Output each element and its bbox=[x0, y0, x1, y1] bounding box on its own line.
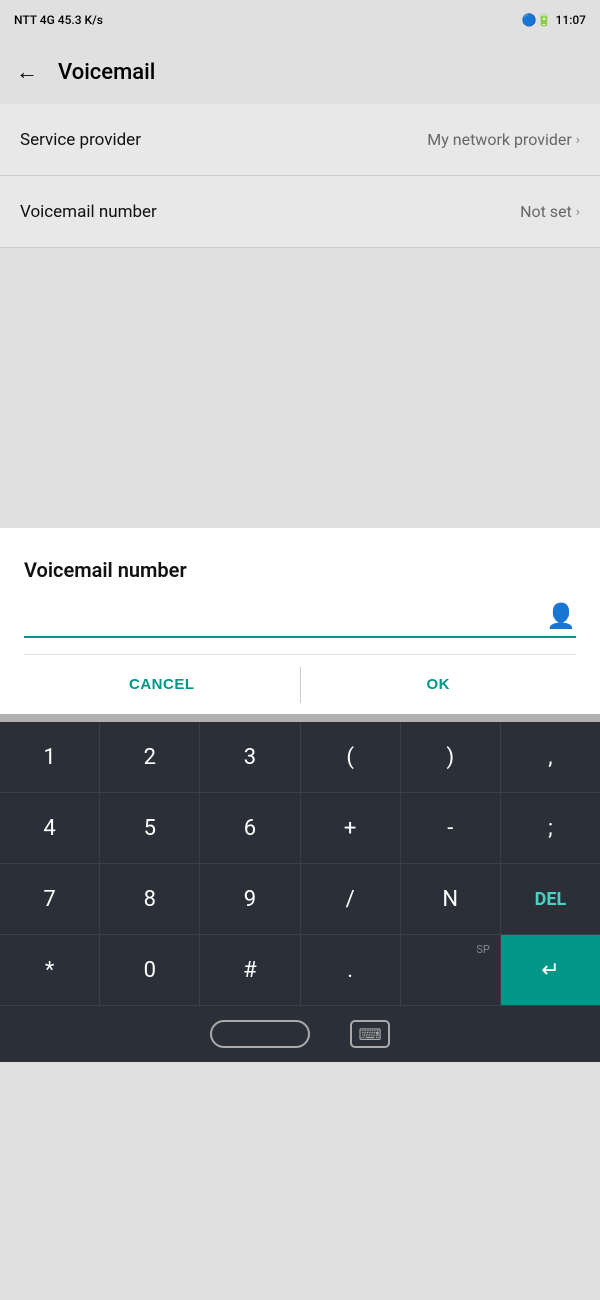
settings-item-voicemail-number[interactable]: Voicemail number Not set › bbox=[0, 176, 600, 248]
dialog-buttons: CANCEL OK bbox=[24, 654, 576, 714]
status-icons: 🔵🔋 bbox=[522, 13, 552, 27]
settings-item-service-provider[interactable]: Service provider My network provider › bbox=[0, 104, 600, 176]
key-4[interactable]: 4 bbox=[0, 793, 100, 863]
key-n[interactable]: N bbox=[401, 864, 501, 934]
key-2[interactable]: 2 bbox=[100, 722, 200, 792]
status-left: NTT 4G 45.3 K/s bbox=[14, 13, 103, 27]
service-provider-label: Service provider bbox=[20, 130, 141, 150]
voicemail-number-dialog: Voicemail number 👤 CANCEL OK bbox=[0, 528, 600, 714]
key-hash[interactable]: # bbox=[200, 935, 300, 1005]
app-header: ← Voicemail bbox=[0, 40, 600, 104]
keyboard: 1 2 3 ( ) , 4 5 6 + - ; 7 8 9 / N DEL * … bbox=[0, 722, 600, 1006]
keyboard-icon: ⌨ bbox=[358, 1025, 381, 1044]
key-enter[interactable]: ↵ bbox=[501, 935, 600, 1005]
dialog-title: Voicemail number bbox=[24, 558, 576, 582]
chevron-icon: › bbox=[576, 204, 580, 220]
back-button[interactable]: ← bbox=[16, 59, 38, 85]
contact-icon[interactable]: 👤 bbox=[546, 602, 576, 630]
cancel-button[interactable]: CANCEL bbox=[24, 655, 300, 714]
home-button[interactable] bbox=[210, 1020, 310, 1048]
key-7[interactable]: 7 bbox=[0, 864, 100, 934]
empty-area bbox=[0, 248, 600, 528]
key-star[interactable]: * bbox=[0, 935, 100, 1005]
key-slash[interactable]: / bbox=[301, 864, 401, 934]
key-open-paren[interactable]: ( bbox=[301, 722, 401, 792]
voicemail-number-value: Not set › bbox=[520, 202, 580, 221]
status-right: 🔵🔋 11:07 bbox=[522, 13, 586, 27]
keyboard-row-2: 4 5 6 + - ; bbox=[0, 793, 600, 864]
nav-bar: ⌨ bbox=[0, 1006, 600, 1062]
voicemail-number-input[interactable] bbox=[24, 606, 538, 627]
key-del[interactable]: DEL bbox=[501, 864, 600, 934]
key-0[interactable]: 0 bbox=[100, 935, 200, 1005]
time: 11:07 bbox=[556, 13, 586, 27]
settings-list: Service provider My network provider › V… bbox=[0, 104, 600, 248]
keyboard-row-3: 7 8 9 / N DEL bbox=[0, 864, 600, 935]
voicemail-number-label: Voicemail number bbox=[20, 202, 157, 222]
chevron-icon: › bbox=[576, 132, 580, 148]
keyboard-row-4: * 0 # . SP ↵ bbox=[0, 935, 600, 1006]
key-dot[interactable]: . bbox=[301, 935, 401, 1005]
key-semicolon[interactable]: ; bbox=[501, 793, 600, 863]
key-plus[interactable]: + bbox=[301, 793, 401, 863]
key-9[interactable]: 9 bbox=[200, 864, 300, 934]
key-8[interactable]: 8 bbox=[100, 864, 200, 934]
key-sp[interactable]: SP bbox=[401, 935, 501, 1005]
status-bar: NTT 4G 45.3 K/s 🔵🔋 11:07 bbox=[0, 0, 600, 40]
key-minus[interactable]: - bbox=[401, 793, 501, 863]
keyboard-row-1: 1 2 3 ( ) , bbox=[0, 722, 600, 793]
page-title: Voicemail bbox=[58, 60, 155, 85]
ok-button[interactable]: OK bbox=[301, 655, 577, 714]
key-6[interactable]: 6 bbox=[200, 793, 300, 863]
key-1[interactable]: 1 bbox=[0, 722, 100, 792]
network-info: NTT 4G 45.3 K/s bbox=[14, 13, 103, 27]
input-row: 👤 bbox=[24, 602, 576, 638]
key-3[interactable]: 3 bbox=[200, 722, 300, 792]
keyboard-separator bbox=[0, 714, 600, 722]
keyboard-button[interactable]: ⌨ bbox=[350, 1020, 390, 1048]
key-comma[interactable]: , bbox=[501, 722, 600, 792]
key-close-paren[interactable]: ) bbox=[401, 722, 501, 792]
key-5[interactable]: 5 bbox=[100, 793, 200, 863]
service-provider-value: My network provider › bbox=[427, 130, 580, 149]
